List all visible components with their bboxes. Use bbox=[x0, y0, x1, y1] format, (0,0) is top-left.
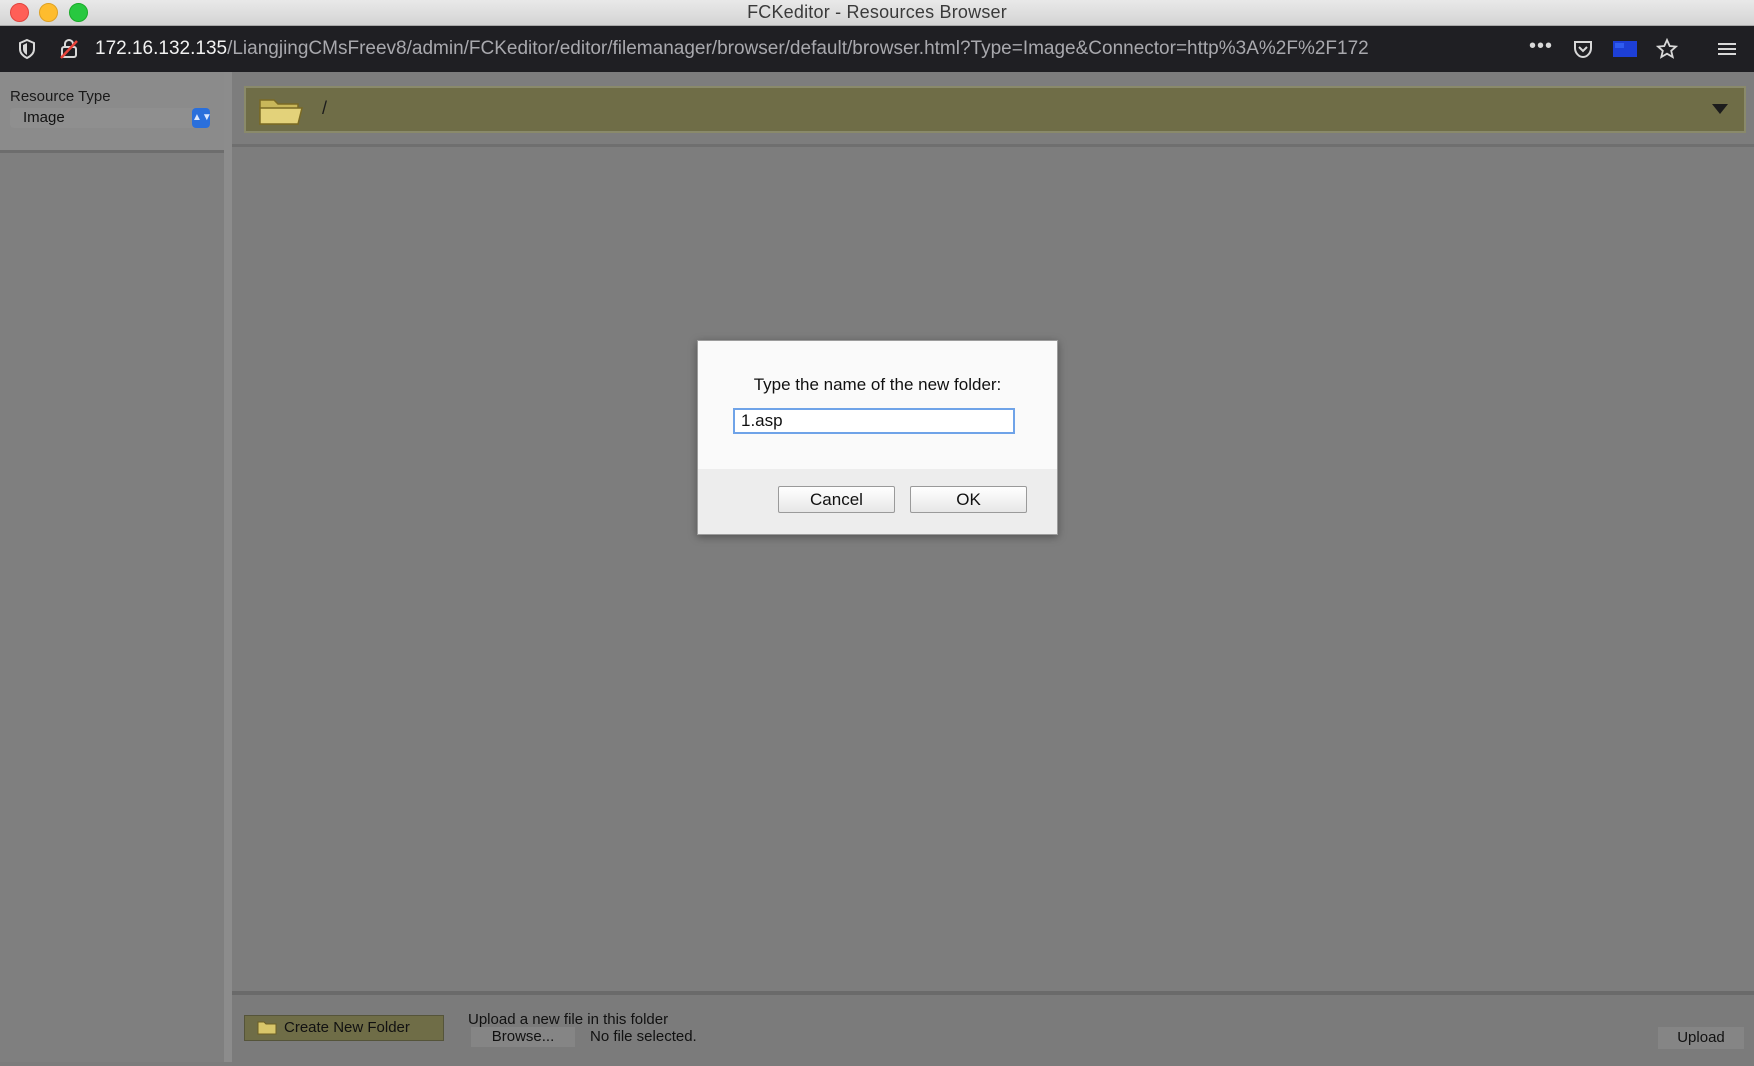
new-folder-icon bbox=[257, 1020, 277, 1035]
insecure-lock-icon[interactable] bbox=[58, 38, 80, 65]
current-folder-bar[interactable]: / bbox=[244, 86, 1746, 133]
folder-name-input[interactable] bbox=[733, 408, 1015, 434]
extension-icon[interactable] bbox=[1612, 38, 1638, 65]
resource-type-header: Resource Type Image ▲▼ bbox=[0, 72, 224, 153]
create-new-folder-label: Create New Folder bbox=[284, 1019, 410, 1036]
resource-type-panel: Resource Type Image ▲▼ bbox=[0, 72, 232, 1062]
cancel-button[interactable]: Cancel bbox=[778, 486, 895, 513]
url-path: /LiangjingCMsFreev8/admin/FCKeditor/edit… bbox=[227, 38, 1369, 59]
pocket-icon[interactable] bbox=[1572, 38, 1594, 65]
browse-file-button[interactable]: Browse... bbox=[471, 1027, 575, 1047]
page-actions-icon[interactable]: ••• bbox=[1529, 35, 1553, 57]
url-host: 172.16.132.135 bbox=[95, 38, 228, 59]
resource-type-select[interactable]: Image ▲▼ bbox=[10, 108, 212, 128]
window-titlebar: FCKeditor - Resources Browser bbox=[0, 0, 1754, 26]
panel-divider bbox=[232, 144, 1754, 147]
current-folder-path: / bbox=[322, 98, 328, 118]
hamburger-menu-icon[interactable] bbox=[1717, 38, 1737, 65]
window-title: FCKeditor - Resources Browser bbox=[747, 2, 1007, 22]
upload-button[interactable]: Upload bbox=[1658, 1027, 1744, 1049]
resource-type-label: Resource Type bbox=[10, 88, 111, 105]
upload-instructions: Upload a new file in this folder bbox=[468, 1011, 669, 1028]
bottom-toolbar: Create New Folder Upload a new file in t… bbox=[232, 991, 1754, 1066]
url-field[interactable]: 172.16.132.135/LiangjingCMsFreev8/admin/… bbox=[95, 38, 1525, 60]
address-bar: 172.16.132.135/LiangjingCMsFreev8/admin/… bbox=[0, 26, 1754, 72]
folder-dropdown-arrow-icon[interactable] bbox=[1712, 104, 1728, 114]
resources-main-panel: / Create New Folder Upload a new file in… bbox=[232, 72, 1754, 1066]
create-new-folder-button[interactable]: Create New Folder bbox=[244, 1015, 444, 1041]
dialog-prompt-text: Type the name of the new folder: bbox=[753, 375, 1002, 394]
new-folder-dialog: Type the name of the new folder: Cancel … bbox=[697, 340, 1058, 535]
file-status-text: No file selected. bbox=[590, 1028, 697, 1045]
bookmark-star-icon[interactable] bbox=[1655, 37, 1679, 65]
folder-icon bbox=[258, 94, 304, 126]
select-arrows-icon: ▲▼ bbox=[192, 108, 212, 128]
dialog-body: Type the name of the new folder: bbox=[698, 341, 1057, 469]
ok-button[interactable]: OK bbox=[910, 486, 1027, 513]
resource-type-value: Image bbox=[23, 109, 65, 126]
shield-icon[interactable] bbox=[17, 38, 37, 65]
